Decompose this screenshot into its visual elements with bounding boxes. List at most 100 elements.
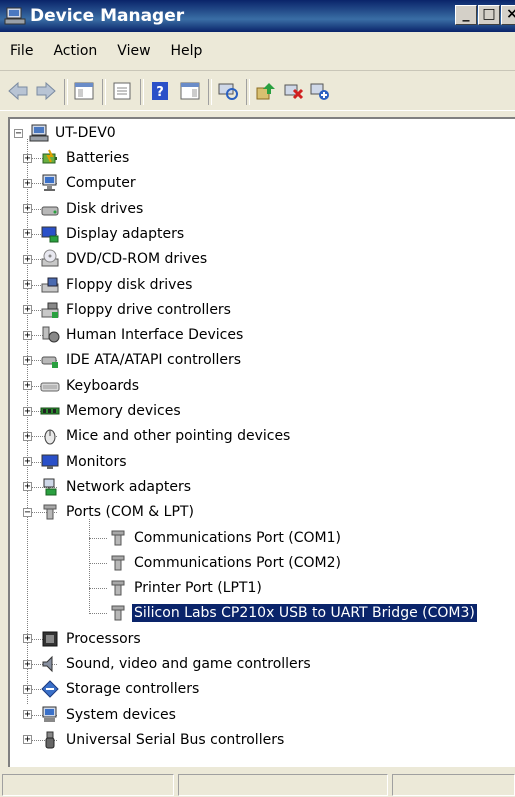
system-devices-icon xyxy=(40,705,60,725)
svg-text:?: ? xyxy=(156,85,164,100)
expand-icon[interactable]: + xyxy=(23,178,32,188)
floppy-drive-icon xyxy=(40,275,60,295)
uninstall-device-icon[interactable] xyxy=(282,80,306,102)
expand-icon[interactable]: + xyxy=(23,659,32,669)
tree-port-item[interactable]: Printer Port (LPT1) xyxy=(108,576,264,600)
expand-icon[interactable]: + xyxy=(23,735,32,745)
tree-category[interactable]: + IDE ATA/ATAPI controllers xyxy=(23,348,243,372)
network-adapter-icon xyxy=(40,477,60,497)
expand-icon[interactable]: + xyxy=(23,406,32,416)
tree-category[interactable]: + Network adapters xyxy=(23,475,193,499)
help-icon[interactable]: ? xyxy=(148,80,172,102)
tree-category[interactable]: + Sound, video and game controllers xyxy=(23,652,313,676)
tree-category[interactable]: + Floppy disk drives xyxy=(23,273,194,297)
tree-category[interactable]: + Floppy drive controllers xyxy=(23,298,233,322)
toolbar-separator xyxy=(140,79,144,105)
device-manager-icon xyxy=(4,5,26,27)
status-bar xyxy=(0,771,515,797)
tree-root[interactable]: − UT-DEV0 xyxy=(14,121,118,145)
tree-category[interactable]: + Monitors xyxy=(23,450,129,474)
title-bar[interactable]: Device Manager _ □ × xyxy=(0,0,515,32)
tree-category-label: Disk drives xyxy=(66,200,144,217)
action-pane-icon[interactable] xyxy=(178,80,202,102)
expand-icon[interactable]: + xyxy=(23,153,32,163)
menu-help[interactable]: Help xyxy=(161,43,213,59)
collapse-icon[interactable]: − xyxy=(14,128,23,138)
battery-icon xyxy=(40,148,60,168)
tree-category[interactable]: + Processors xyxy=(23,627,143,651)
expand-icon[interactable]: + xyxy=(23,280,32,290)
expand-icon[interactable]: + xyxy=(23,355,32,365)
port-label: Communications Port (COM1) xyxy=(134,529,341,546)
tree-category[interactable]: + DVD/CD-ROM drives xyxy=(23,247,209,271)
menu-file[interactable]: File xyxy=(0,43,43,59)
tree-category-label: Network adapters xyxy=(66,478,191,495)
expand-icon[interactable]: + xyxy=(23,457,32,467)
maximize-button[interactable]: □ xyxy=(478,5,500,25)
tree-category[interactable]: + System devices xyxy=(23,703,178,727)
port-icon xyxy=(108,578,128,598)
expand-icon[interactable]: + xyxy=(23,254,32,264)
toolbar: ? xyxy=(0,71,515,111)
console-tree-icon[interactable] xyxy=(72,80,96,102)
computer-root-icon xyxy=(29,123,49,143)
close-button[interactable]: × xyxy=(501,5,515,25)
display-adapter-icon xyxy=(40,224,60,244)
tree-category[interactable]: + Keyboards xyxy=(23,374,141,398)
tree-category[interactable]: + Memory devices xyxy=(23,399,183,423)
tree-category-label: Mice and other pointing devices xyxy=(66,428,291,445)
tree-port-item[interactable]: Communications Port (COM1) xyxy=(108,526,343,550)
tree-category[interactable]: + Computer xyxy=(23,171,138,195)
expand-icon[interactable]: + xyxy=(23,431,32,441)
collapse-icon[interactable]: − xyxy=(23,507,32,517)
sound-icon xyxy=(40,654,60,674)
tree-category[interactable]: + Human Interface Devices xyxy=(23,323,245,347)
tree-category-label: Display adapters xyxy=(66,225,185,242)
tree-category[interactable]: + Storage controllers xyxy=(23,677,201,701)
expand-icon[interactable]: + xyxy=(23,381,32,391)
tree-port-item[interactable]: Communications Port (COM2) xyxy=(108,551,343,575)
tree-category[interactable]: + Display adapters xyxy=(23,222,186,246)
expand-icon[interactable]: + xyxy=(23,684,32,694)
tree-category-label: Monitors xyxy=(66,453,127,470)
port-label: Printer Port (LPT1) xyxy=(134,580,262,597)
status-panel xyxy=(2,774,174,796)
tree-category-label: Sound, video and game controllers xyxy=(66,656,311,672)
expand-icon[interactable]: + xyxy=(23,305,32,315)
expand-icon[interactable]: + xyxy=(23,204,32,214)
menu-view[interactable]: View xyxy=(107,43,160,59)
port-icon xyxy=(108,528,128,548)
device-manager-window: Device Manager _ □ × File Action View He… xyxy=(0,0,515,797)
menu-bar: File Action View Help xyxy=(0,32,515,71)
tree-category[interactable]: + Universal Serial Bus controllers xyxy=(23,728,286,752)
minimize-button[interactable]: _ xyxy=(455,5,477,25)
port-label: Communications Port (COM2) xyxy=(134,554,341,571)
expand-icon[interactable]: + xyxy=(23,229,32,239)
tree-connector xyxy=(89,519,90,614)
disk-drive-icon xyxy=(40,199,60,219)
expand-icon[interactable]: + xyxy=(23,482,32,492)
menu-action[interactable]: Action xyxy=(43,43,107,59)
properties-icon[interactable] xyxy=(110,80,134,102)
update-driver-icon[interactable] xyxy=(254,80,278,102)
expand-icon[interactable]: + xyxy=(23,330,32,340)
floppy-controller-icon xyxy=(40,300,60,320)
expand-icon[interactable]: + xyxy=(23,710,32,720)
toolbar-separator xyxy=(64,79,68,105)
tree-category[interactable]: + Mice and other pointing devices xyxy=(23,424,292,448)
forward-arrow-icon[interactable] xyxy=(34,80,58,102)
expand-icon[interactable]: + xyxy=(23,634,32,644)
tree-category[interactable]: + Disk drives xyxy=(23,197,145,221)
disable-device-icon[interactable] xyxy=(308,80,332,102)
tree-connector xyxy=(89,562,107,564)
device-tree[interactable]: − UT-DEV0 + Batteries + Computer + Disk drive… xyxy=(8,117,515,767)
tree-connector xyxy=(89,537,107,539)
tree-category-label: System devices xyxy=(66,706,176,723)
tree-category[interactable]: − Ports (COM & LPT) xyxy=(23,500,196,524)
tree-port-item[interactable]: Silicon Labs CP210x USB to UART Bridge (… xyxy=(108,601,477,625)
back-arrow-icon[interactable] xyxy=(6,80,30,102)
scan-hardware-icon[interactable] xyxy=(216,80,240,102)
tree-category-label: Universal Serial Bus controllers xyxy=(66,731,285,748)
tree-category[interactable]: + Batteries xyxy=(23,146,131,170)
toolbar-separator xyxy=(102,79,106,105)
